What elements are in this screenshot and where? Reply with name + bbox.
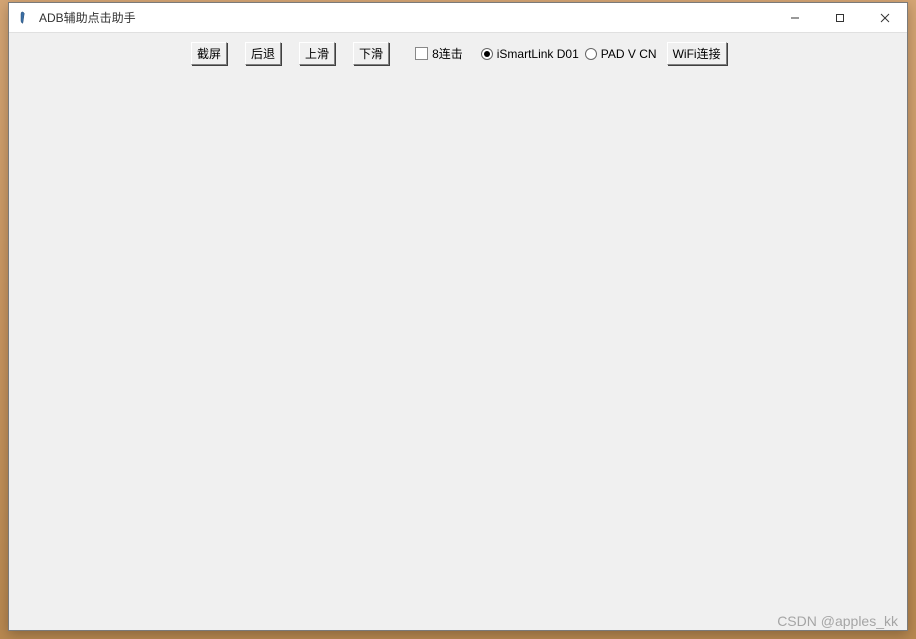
maximize-button[interactable] (817, 3, 862, 32)
screenshot-button[interactable]: 截屏 (191, 42, 227, 65)
pad-v-cn-label: PAD V CN (601, 47, 657, 61)
eight-click-checkbox[interactable] (415, 47, 428, 60)
wifi-connect-button[interactable]: WiFi连接 (667, 42, 727, 65)
window-controls (772, 3, 907, 32)
swipe-up-button[interactable]: 上滑 (299, 42, 335, 65)
close-button[interactable] (862, 3, 907, 32)
pad-v-cn-radio-group[interactable]: PAD V CN (585, 47, 657, 61)
eight-click-checkbox-group[interactable]: 8连击 (415, 45, 463, 62)
content-area (9, 73, 907, 630)
toolbar: 截屏 后退 上滑 下滑 8连击 iSmartLink D01 PAD V CN … (9, 33, 907, 73)
ismartlink-radio[interactable] (481, 48, 493, 60)
pad-v-cn-radio[interactable] (585, 48, 597, 60)
ismartlink-label: iSmartLink D01 (497, 47, 579, 61)
swipe-down-button[interactable]: 下滑 (353, 42, 389, 65)
application-window: ADB辅助点击助手 截屏 后退 上滑 下滑 8连击 iSmartLink D01 (8, 2, 908, 631)
titlebar[interactable]: ADB辅助点击助手 (9, 3, 907, 33)
minimize-button[interactable] (772, 3, 817, 32)
eight-click-label: 8连击 (432, 45, 463, 62)
ismartlink-radio-group[interactable]: iSmartLink D01 (481, 47, 579, 61)
watermark: CSDN @apples_kk (777, 613, 898, 629)
window-title: ADB辅助点击助手 (39, 9, 772, 26)
app-icon (17, 10, 33, 26)
back-button[interactable]: 后退 (245, 42, 281, 65)
